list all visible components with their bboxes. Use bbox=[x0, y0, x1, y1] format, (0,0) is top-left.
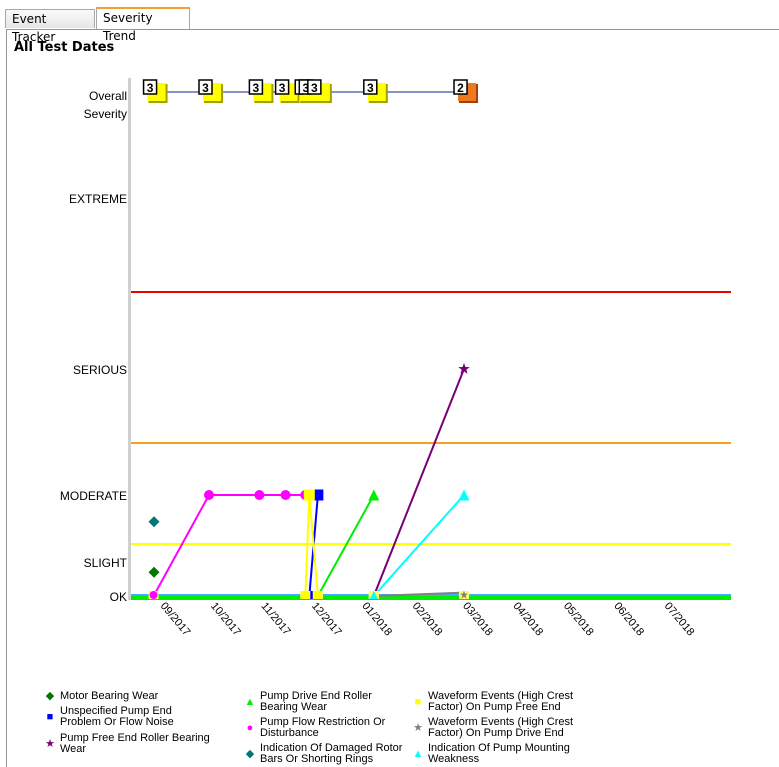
overall-severity-badge[interactable]: 3 bbox=[363, 79, 388, 103]
y-axis bbox=[128, 78, 131, 600]
data-point-marker[interactable] bbox=[458, 489, 470, 501]
circle-icon: ● bbox=[246, 722, 254, 734]
svg-text:3: 3 bbox=[202, 81, 209, 95]
data-point-marker[interactable] bbox=[149, 591, 158, 599]
series-indication-of-damaged-rotor-bars-or-shorting-rings bbox=[148, 516, 160, 528]
legend-label: Unspecified Pump End Problem Or Flow Noi… bbox=[60, 705, 174, 728]
star-icon: ★ bbox=[413, 722, 423, 734]
legend-label: Waveform Events (High Crest Factor) On P… bbox=[428, 716, 574, 739]
square-icon: ■ bbox=[46, 711, 54, 723]
svg-text:3: 3 bbox=[147, 81, 154, 95]
y-label-overall-1: Overall bbox=[89, 89, 127, 103]
x-tick-label: 09/2017 bbox=[158, 600, 193, 638]
y-label-serious: SERIOUS bbox=[73, 363, 127, 377]
svg-text:3: 3 bbox=[279, 81, 286, 95]
series-line bbox=[372, 368, 465, 597]
svg-text:3: 3 bbox=[367, 81, 374, 95]
y-label-slight: SLIGHT bbox=[84, 556, 128, 570]
legend-label: Pump Drive End Roller Bearing Wear bbox=[260, 690, 372, 713]
legend-label: Indication Of Pump Mounting Weakness bbox=[428, 742, 570, 765]
series-motor-bearing-wear bbox=[148, 566, 160, 578]
legend-label: Pump Free End Roller Bearing Wear bbox=[60, 732, 210, 755]
overall-severity-badge[interactable]: 3 bbox=[248, 79, 274, 103]
diamond-icon: ◆ bbox=[245, 748, 255, 760]
x-tick-label: 04/2018 bbox=[511, 600, 546, 638]
legend-label: Pump Flow Restriction Or Disturbance bbox=[260, 716, 386, 739]
x-tick-label: 05/2018 bbox=[561, 600, 596, 638]
data-point-marker[interactable] bbox=[204, 490, 214, 500]
x-tick-label: 02/2018 bbox=[410, 600, 445, 638]
severity-trend-chart: Overall Severity EXTREME SERIOUS MODERAT… bbox=[60, 78, 731, 638]
triangle-icon: ▲ bbox=[412, 748, 424, 760]
data-point-marker[interactable] bbox=[148, 516, 160, 528]
data-point-marker[interactable] bbox=[301, 591, 310, 599]
overall-severity-badge[interactable]: 2 bbox=[453, 79, 479, 103]
data-point-marker[interactable] bbox=[368, 489, 380, 501]
legend-label: Indication Of Damaged Rotor Bars Or Shor… bbox=[260, 742, 403, 765]
y-label-overall-2: Severity bbox=[84, 107, 127, 121]
x-tick-label: 10/2017 bbox=[208, 600, 243, 638]
overall-severity-badge[interactable]: 3 bbox=[198, 79, 223, 103]
data-point-marker[interactable] bbox=[458, 362, 470, 374]
series-line bbox=[152, 494, 306, 597]
y-label-ok: OK bbox=[110, 590, 127, 604]
data-point-marker[interactable] bbox=[148, 566, 160, 578]
x-tick-label: 03/2018 bbox=[460, 600, 495, 638]
series-line bbox=[373, 494, 465, 597]
square-icon: ■ bbox=[414, 696, 422, 708]
series-pump-free-end-roller-bearing-wear bbox=[368, 362, 470, 599]
data-point-marker[interactable] bbox=[303, 489, 315, 501]
x-tick-label: 07/2018 bbox=[662, 600, 697, 638]
triangle-icon: ▲ bbox=[244, 696, 256, 708]
data-point-marker[interactable] bbox=[313, 591, 322, 599]
svg-text:3: 3 bbox=[311, 81, 318, 95]
series-line bbox=[317, 494, 375, 597]
data-point-marker[interactable] bbox=[280, 490, 291, 500]
legend-label: Waveform Events (High Crest Factor) On P… bbox=[428, 690, 574, 713]
diamond-icon: ◆ bbox=[45, 690, 55, 702]
svg-text:2: 2 bbox=[457, 81, 464, 95]
data-point-marker[interactable] bbox=[254, 490, 265, 500]
overall-severity-badge[interactable]: 3 bbox=[142, 79, 168, 103]
star-icon: ★ bbox=[45, 738, 55, 750]
x-tick-label: 11/2017 bbox=[259, 600, 293, 638]
legend-label: Motor Bearing Wear bbox=[60, 690, 159, 702]
y-label-moderate: MODERATE bbox=[60, 489, 127, 503]
x-tick-label: 01/2018 bbox=[359, 600, 394, 638]
y-label-extreme: EXTREME bbox=[69, 192, 127, 206]
x-tick-label: 12/2017 bbox=[309, 600, 344, 638]
x-tick-label: 06/2018 bbox=[611, 600, 646, 638]
svg-text:3: 3 bbox=[253, 81, 260, 95]
